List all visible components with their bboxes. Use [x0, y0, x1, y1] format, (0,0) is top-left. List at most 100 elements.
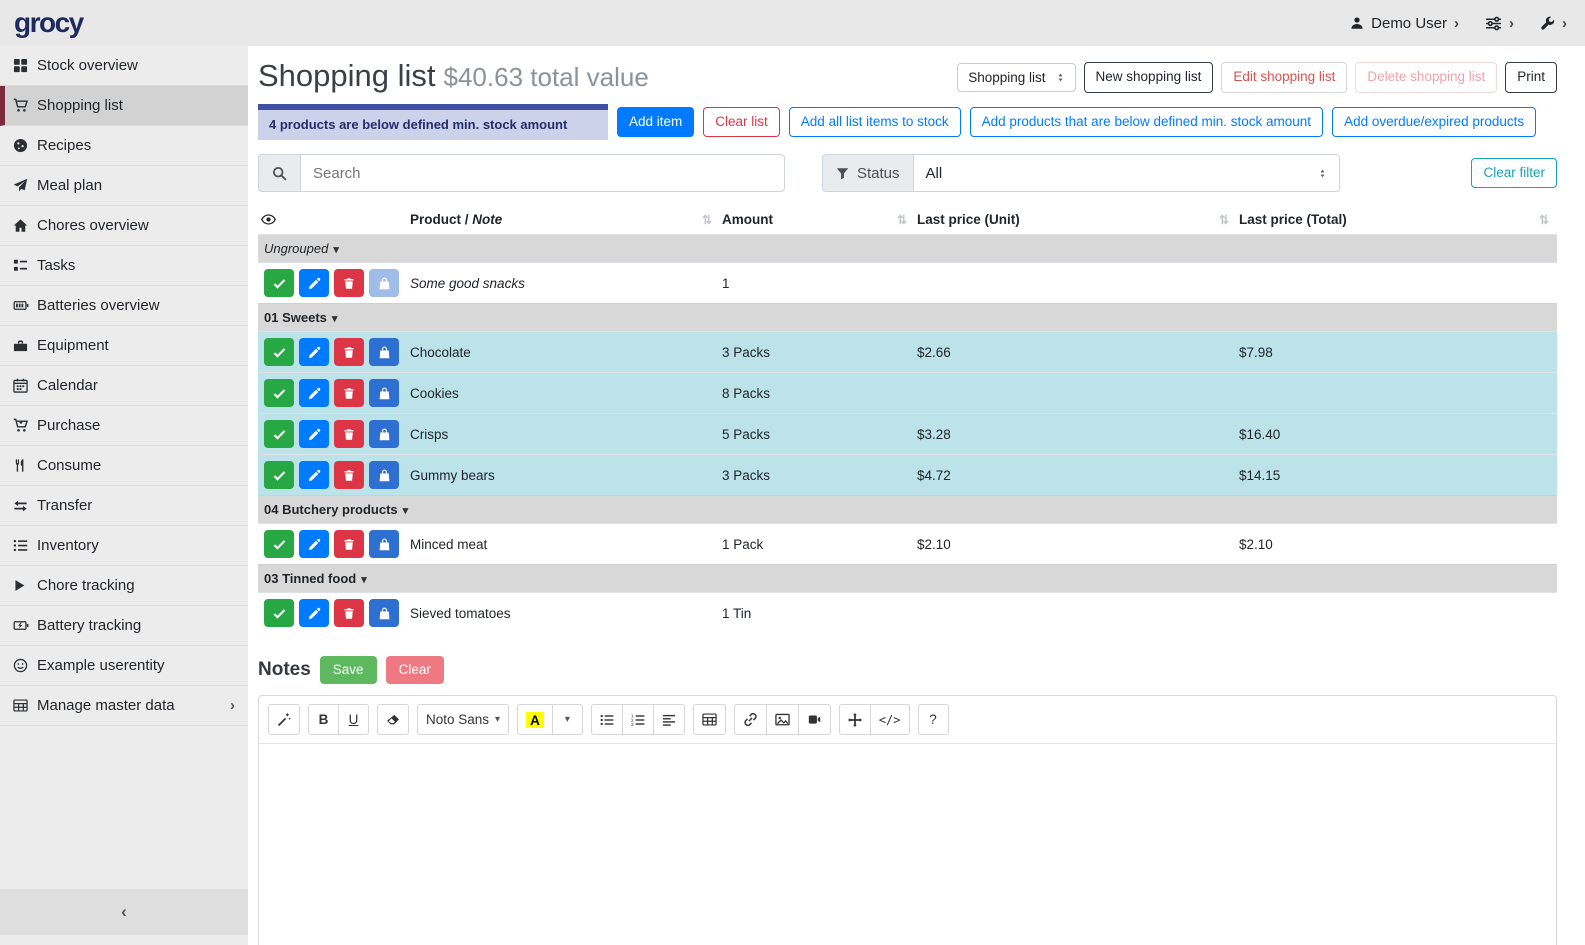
sidebar-item-transfer[interactable]: Transfer: [0, 486, 248, 526]
mark-done-button[interactable]: [264, 379, 294, 407]
color-caret-button[interactable]: ▾: [552, 704, 583, 735]
unordered-list-button[interactable]: [591, 704, 623, 735]
edit-item-button[interactable]: [299, 269, 329, 297]
delete-shopping-list-button[interactable]: Delete shopping list: [1355, 62, 1497, 93]
view-settings-menu[interactable]: ›: [1485, 15, 1514, 32]
notes-editor-content[interactable]: [259, 744, 1556, 945]
header-buttons: New shopping listEdit shopping list Delet…: [1084, 62, 1557, 93]
edit-item-button[interactable]: [299, 420, 329, 448]
add-to-stock-button[interactable]: [369, 379, 399, 407]
group-row-01-sweets[interactable]: 01 Sweets▾: [258, 304, 1557, 332]
cartplus-icon: [13, 418, 37, 433]
row-cookies: Cookies8 Packs: [258, 373, 1557, 414]
magic-button[interactable]: [268, 704, 300, 735]
user-menu[interactable]: Demo User›: [1350, 15, 1459, 32]
mark-done-button[interactable]: [264, 269, 294, 297]
clear-filter-button[interactable]: Clear filter: [1471, 158, 1557, 189]
sidebar-collapse-button[interactable]: ‹: [0, 889, 248, 935]
eye-icon[interactable]: [260, 212, 400, 227]
edit-item-button[interactable]: [299, 338, 329, 366]
sidebar-item-batteries-overview[interactable]: Batteries overview: [0, 286, 248, 326]
sort-icon[interactable]: ⇅: [1539, 213, 1549, 227]
sidebar-item-consume[interactable]: Consume: [0, 446, 248, 486]
add-to-stock-button[interactable]: [369, 269, 399, 297]
sidebar-item-meal-plan[interactable]: Meal plan: [0, 166, 248, 206]
add-to-stock-button[interactable]: [369, 530, 399, 558]
delete-item-button[interactable]: [334, 599, 364, 627]
mark-done-button[interactable]: [264, 530, 294, 558]
edit-item-button[interactable]: [299, 461, 329, 489]
insert-link-button[interactable]: [734, 704, 767, 735]
sidebar-item-example-userentity[interactable]: Example userentity: [0, 646, 248, 686]
edit-item-button[interactable]: [299, 530, 329, 558]
delete-item-button[interactable]: [334, 530, 364, 558]
delete-item-button[interactable]: [334, 269, 364, 297]
insert-table-button[interactable]: [693, 704, 726, 735]
sort-icon[interactable]: ⇅: [1219, 213, 1229, 227]
edit-item-button[interactable]: [299, 599, 329, 627]
add-to-stock-button[interactable]: [369, 338, 399, 366]
delete-item-button[interactable]: [334, 379, 364, 407]
mark-done-button[interactable]: [264, 338, 294, 366]
app-logo[interactable]: grocy: [14, 7, 83, 39]
sidebar-item-shopping-list[interactable]: Shopping list: [0, 86, 248, 126]
print-button[interactable]: Print: [1505, 62, 1557, 93]
sort-icon[interactable]: ⇅: [897, 213, 907, 227]
sidebar-item-equipment[interactable]: Equipment: [0, 326, 248, 366]
sidebar-item-manage-master-data[interactable]: Manage master data›: [0, 686, 248, 726]
delete-item-button[interactable]: [334, 420, 364, 448]
sidebar-item-chores-overview[interactable]: Chores overview: [0, 206, 248, 246]
mark-done-button[interactable]: [264, 599, 294, 627]
new-shopping-list-button[interactable]: New shopping list: [1084, 62, 1214, 93]
edit-shopping-list-button[interactable]: Edit shopping list: [1221, 62, 1347, 93]
mark-done-button[interactable]: [264, 420, 294, 448]
paragraph-style-button[interactable]: [653, 704, 685, 735]
insert-video-button[interactable]: [798, 704, 831, 735]
product-cell: Gummy bears: [408, 455, 720, 496]
sidebar-item-inventory[interactable]: Inventory: [0, 526, 248, 566]
search-input[interactable]: [300, 154, 785, 192]
sort-icon[interactable]: ⇅: [702, 213, 712, 227]
status-filter-select[interactable]: All: [913, 154, 1340, 192]
delete-item-button[interactable]: [334, 338, 364, 366]
help-button[interactable]: ?: [918, 704, 949, 735]
add-products-that-are-below-defined-min-stock-amount-button[interactable]: Add products that are below defined min.…: [970, 107, 1323, 138]
trash-icon: [343, 428, 355, 441]
trash-icon: [343, 346, 355, 359]
list-action-buttons: Add item Clear list Add all list items to …: [617, 107, 1536, 138]
eraser-button[interactable]: [377, 704, 409, 735]
sidebar-item-purchase[interactable]: Purchase: [0, 406, 248, 446]
code-view-button[interactable]: </>: [870, 704, 910, 735]
clear-list-button[interactable]: Clear list: [703, 107, 780, 138]
mark-done-button[interactable]: [264, 461, 294, 489]
sidebar-item-tasks[interactable]: Tasks: [0, 246, 248, 286]
underline-button[interactable]: U: [338, 704, 369, 735]
sidebar-item-calendar[interactable]: Calendar: [0, 366, 248, 406]
edit-item-button[interactable]: [299, 379, 329, 407]
add-to-stock-button[interactable]: [369, 461, 399, 489]
add-all-list-items-to-stock-button[interactable]: Add all list items to stock: [789, 107, 961, 138]
notes-save-button[interactable]: Save: [320, 656, 377, 685]
add-to-stock-button[interactable]: [369, 599, 399, 627]
shopping-bag-icon: [378, 277, 391, 290]
group-row-ungrouped[interactable]: Ungrouped▾: [258, 235, 1557, 263]
sidebar-item-stock-overview[interactable]: Stock overview: [0, 46, 248, 86]
add-item-button[interactable]: Add item: [617, 107, 694, 138]
fullscreen-button[interactable]: [839, 704, 871, 735]
sidebar-item-chore-tracking[interactable]: Chore tracking: [0, 566, 248, 606]
sidebar-item-recipes[interactable]: Recipes: [0, 126, 248, 166]
add-overdue-expired-products-button[interactable]: Add overdue/expired products: [1332, 107, 1536, 138]
highlight-color-button[interactable]: A: [517, 704, 553, 735]
admin-menu[interactable]: ›: [1540, 15, 1567, 32]
add-to-stock-button[interactable]: [369, 420, 399, 448]
bold-button[interactable]: B: [308, 704, 339, 735]
notes-clear-button[interactable]: Clear: [386, 656, 444, 685]
shopping-list-select[interactable]: Shopping list: [957, 63, 1075, 92]
group-row-04-butchery-products[interactable]: 04 Butchery products▾: [258, 496, 1557, 524]
group-row-03-tinned-food[interactable]: 03 Tinned food▾: [258, 565, 1557, 593]
sidebar-item-battery-tracking[interactable]: Battery tracking: [0, 606, 248, 646]
insert-picture-button[interactable]: [766, 704, 799, 735]
fontname-button[interactable]: Noto Sans▾: [417, 704, 509, 735]
ordered-list-button[interactable]: 123: [622, 704, 654, 735]
delete-item-button[interactable]: [334, 461, 364, 489]
